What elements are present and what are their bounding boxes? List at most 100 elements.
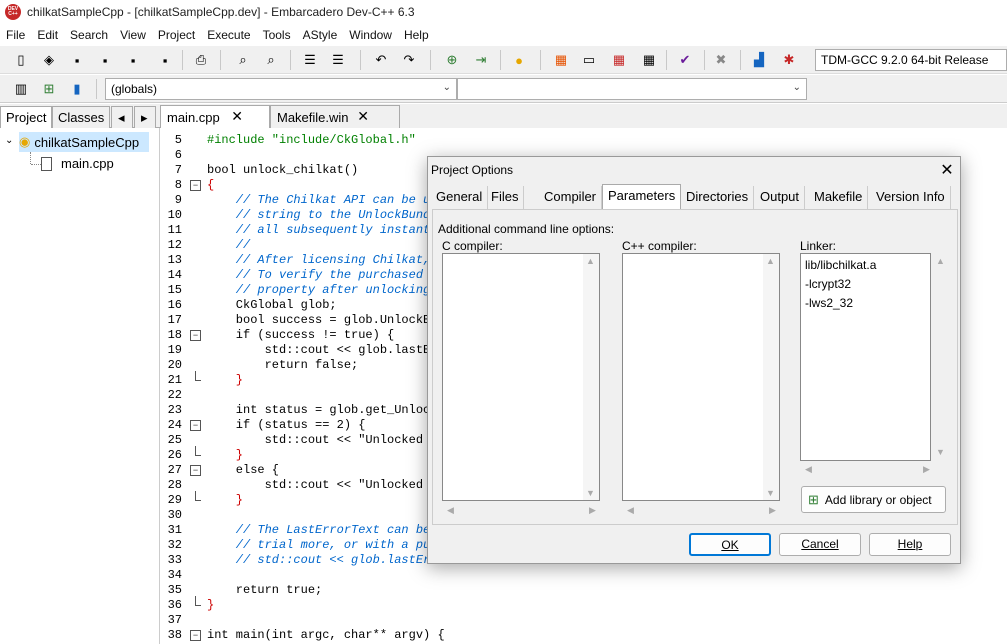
indent-icon[interactable]: ☰ <box>301 51 319 69</box>
scroll-left-icon[interactable]: ◀ <box>805 464 812 475</box>
window-title: chilkatSampleCpp - [chilkatSampleCpp.dev… <box>27 5 415 19</box>
tab-scroll-right-icon[interactable]: ▸ <box>134 106 156 128</box>
fold-toggle-icon[interactable]: − <box>190 465 201 476</box>
cpp-compiler-textarea[interactable]: ▲ ▼ <box>622 253 780 501</box>
compile-icon[interactable]: ▦ <box>552 51 570 69</box>
add-library-button[interactable]: ⊞ Add library or object <box>801 486 946 513</box>
code-line: // The Chilkat API can be u <box>207 193 431 207</box>
menu-view[interactable]: View <box>114 28 152 42</box>
bookmark-icon[interactable]: ● <box>510 51 528 69</box>
linker-textarea[interactable]: lib/libchilkat.a -lcrypt32 -lws2_32 <box>800 253 931 461</box>
params-heading: Additional command line options: <box>438 222 615 236</box>
dialog-title: Project Options <box>431 163 514 177</box>
menu-execute[interactable]: Execute <box>201 28 256 42</box>
ok-button[interactable]: OK <box>689 533 771 556</box>
add-watch-icon[interactable]: ⊞ <box>40 80 58 98</box>
save-all-icon[interactable]: ▪ <box>96 51 114 69</box>
run-icon[interactable]: ▭ <box>580 51 598 69</box>
dtab-directories[interactable]: Directories <box>681 186 755 209</box>
open-icon[interactable]: ◈ <box>40 51 58 69</box>
redo-icon[interactable]: ↷ <box>400 51 418 69</box>
scroll-right-icon[interactable]: ▶ <box>923 464 930 475</box>
tab-scroll-left-icon[interactable]: ◂ <box>111 106 133 128</box>
code-line: int main(int argc, char** argv) { <box>207 628 445 642</box>
dtab-compiler[interactable]: Compiler <box>539 186 603 209</box>
menu-astyle[interactable]: AStyle <box>297 28 344 42</box>
menu-window[interactable]: Window <box>343 28 398 42</box>
dtab-parameters[interactable]: Parameters <box>602 184 682 210</box>
scroll-right-icon[interactable]: ▶ <box>589 505 596 516</box>
scope-value: (globals) <box>111 82 158 96</box>
import-icon[interactable]: ⇥ <box>472 51 490 69</box>
delete-profile-icon[interactable]: ✱ <box>780 51 798 69</box>
tab-makefile[interactable]: Makefile.win ✕ <box>270 105 400 128</box>
scroll-right-icon[interactable]: ▶ <box>769 505 776 516</box>
tab-label: Makefile.win <box>277 110 349 125</box>
ok-label: OK <box>721 538 739 552</box>
scroll-left-icon[interactable]: ◀ <box>447 505 454 516</box>
class-browser-icon[interactable]: ▥ <box>12 80 30 98</box>
stop-icon[interactable]: ✖ <box>712 51 730 69</box>
check-icon[interactable]: ✔ <box>676 51 694 69</box>
dtab-general[interactable]: General <box>431 186 489 209</box>
close-all-icon[interactable]: ▪ <box>156 51 174 69</box>
new-file-icon[interactable]: ▯ <box>12 51 30 69</box>
line-number: 11 <box>167 223 182 237</box>
line-number: 32 <box>167 538 182 552</box>
new-project-icon[interactable]: ⊕ <box>443 51 461 69</box>
tree-item-main[interactable]: main.cpp <box>41 156 114 171</box>
replace-icon[interactable]: ⌕ <box>262 51 280 69</box>
code-line: // To verify the purchased <box>207 268 431 282</box>
code-line: std::cout << "Unlocked i <box>207 478 438 492</box>
compiler-select[interactable]: TDM-GCC 9.2.0 64-bit Release <box>815 49 1007 71</box>
close-file-icon[interactable]: ▪ <box>124 51 142 69</box>
menu-file[interactable]: File <box>0 28 31 42</box>
line-number: 36 <box>167 598 182 612</box>
project-tree: ⌄ ◉ chilkatSampleCpp main.cpp <box>0 128 160 644</box>
tab-main-cpp[interactable]: main.cpp ✕ <box>160 105 270 128</box>
title-bar: DEV C++ chilkatSampleCpp - [chilkatSample… <box>0 0 1007 24</box>
save-icon[interactable]: ▪ <box>68 51 86 69</box>
function-select[interactable]: ⌄ <box>457 78 807 100</box>
find-icon[interactable]: ⌕ <box>234 51 252 69</box>
menu-help[interactable]: Help <box>398 28 435 42</box>
dtab-version-info[interactable]: Version Info <box>871 186 951 209</box>
menu-search[interactable]: Search <box>64 28 114 42</box>
fold-toggle-icon[interactable]: − <box>190 630 201 641</box>
file-name: main.cpp <box>61 156 114 171</box>
scrollbar[interactable]: ▲ ▼ <box>583 254 599 500</box>
dtab-makefile[interactable]: Makefile <box>809 186 869 209</box>
linker-item: -lcrypt32 <box>805 277 852 291</box>
scrollbar[interactable]: ▲ ▼ <box>763 254 779 500</box>
scroll-left-icon[interactable]: ◀ <box>627 505 634 516</box>
fold-toggle-icon[interactable]: − <box>190 330 201 341</box>
goto-icon[interactable]: ▮ <box>68 80 86 98</box>
chart-icon[interactable]: ▟ <box>750 51 768 69</box>
cancel-button[interactable]: Cancel <box>779 533 861 556</box>
expand-chevron-icon[interactable]: ⌄ <box>5 135 13 146</box>
print-icon[interactable]: ⎙ <box>192 51 210 69</box>
linker-scrollbar[interactable]: ▲ ▼ <box>933 253 949 461</box>
linker-item: lib/libchilkat.a <box>805 258 877 272</box>
dtab-output[interactable]: Output <box>755 186 806 209</box>
unindent-icon[interactable]: ☰ <box>329 51 347 69</box>
rebuild-icon[interactable]: ▦ <box>640 51 658 69</box>
fold-toggle-icon[interactable]: − <box>190 180 201 191</box>
menu-tools[interactable]: Tools <box>257 28 297 42</box>
close-icon[interactable]: ✕ <box>231 108 243 125</box>
tab-classes[interactable]: Classes <box>52 106 111 128</box>
undo-icon[interactable]: ↶ <box>372 51 390 69</box>
close-icon[interactable]: ✕ <box>936 160 958 180</box>
dtab-files[interactable]: Files <box>486 186 525 209</box>
tab-project[interactable]: Project <box>0 106 53 128</box>
fold-toggle-icon[interactable]: − <box>190 420 201 431</box>
compile-run-icon[interactable]: ▦ <box>610 51 628 69</box>
menu-edit[interactable]: Edit <box>31 28 64 42</box>
help-button[interactable]: Help <box>869 533 951 556</box>
scope-select[interactable]: (globals) ⌄ <box>105 78 457 100</box>
menu-project[interactable]: Project <box>152 28 201 42</box>
line-number: 22 <box>167 388 182 402</box>
tree-item-project[interactable]: ◉ chilkatSampleCpp <box>19 132 149 152</box>
close-icon[interactable]: ✕ <box>357 108 369 125</box>
c-compiler-textarea[interactable]: ▲ ▼ <box>442 253 600 501</box>
